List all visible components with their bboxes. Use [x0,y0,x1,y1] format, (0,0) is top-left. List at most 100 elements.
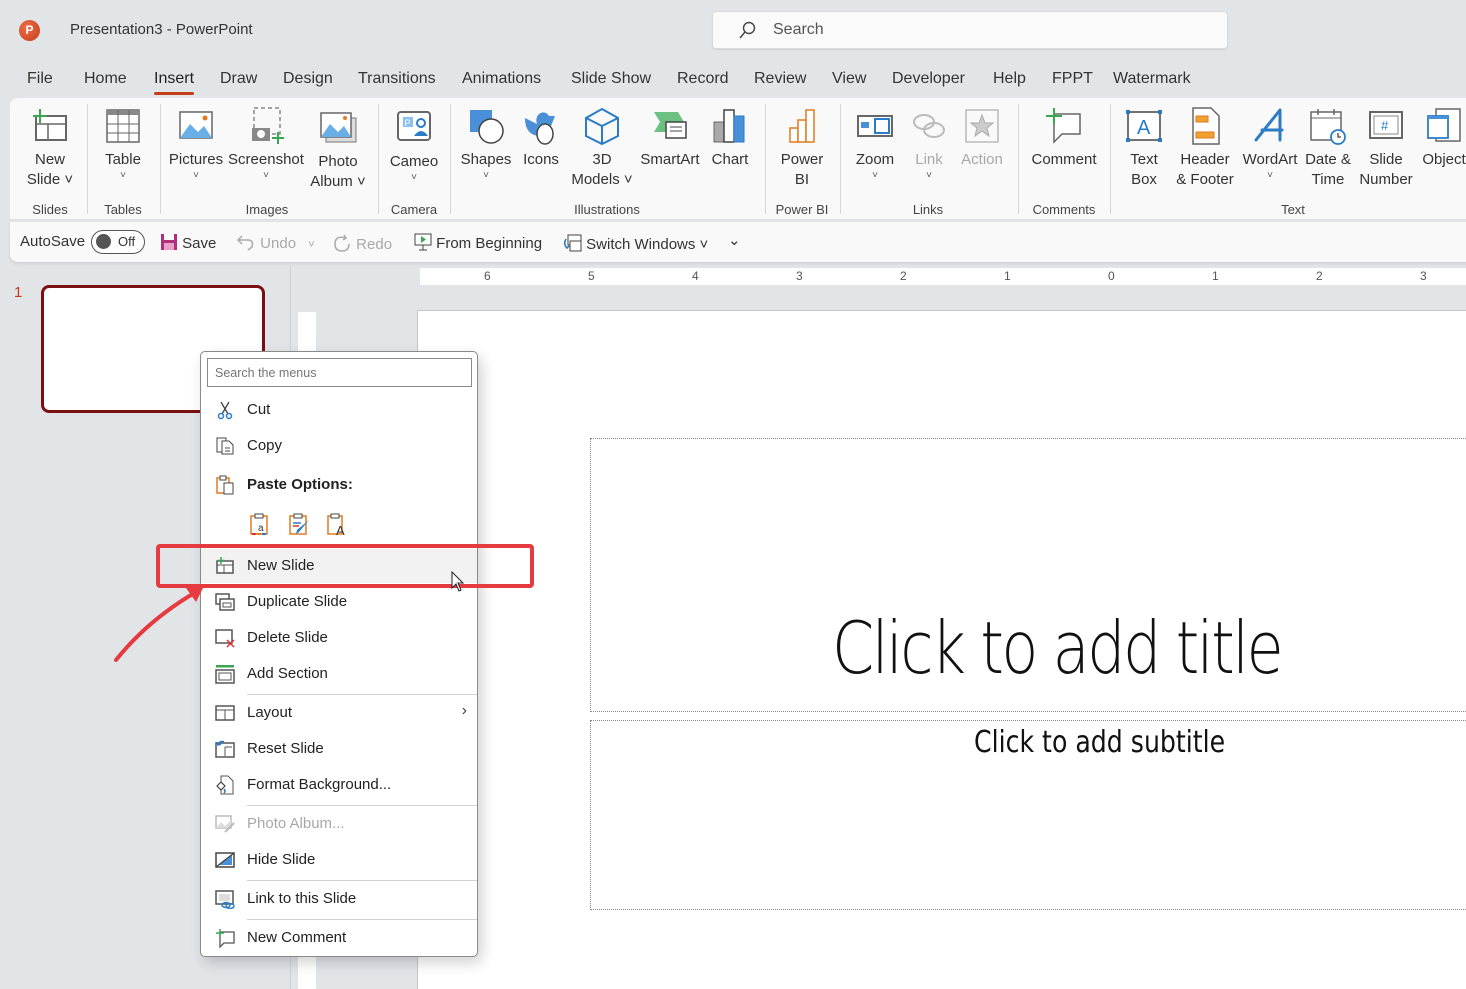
group-label-illustrations: Illustrations [574,202,640,217]
tab-slide-show[interactable]: Slide Show [571,70,651,88]
toggle-knob [96,234,111,249]
menu-item-link-to-slide[interactable]: Link to this Slide [201,882,477,916]
title-bar: P Presentation3 - PowerPoint Search [0,0,1466,60]
3d-models-button[interactable]: 3D Models ˅ [570,106,634,190]
ruler-tick-label: 5 [588,269,595,283]
screenshot-button[interactable]: Screenshot ˅ [226,106,306,182]
menu-search-input[interactable] [207,358,472,387]
text-box-icon: A [1126,110,1162,142]
wordart-label: WordArt [1242,151,1298,168]
comment-icon [1046,108,1081,144]
date-time-button[interactable]: Date & Time [1300,106,1356,190]
zoom-button[interactable]: Zoom ˅ [848,106,902,182]
window-title: Presentation3 - PowerPoint [70,21,253,38]
cameo-button[interactable]: P Cameo ˅ [386,108,442,184]
menu-item-label: Add Section [247,665,328,682]
action-button[interactable]: Action [956,106,1008,170]
tab-help[interactable]: Help [993,70,1026,88]
subtitle-placeholder-text[interactable]: Click to add subtitle [974,725,1225,760]
menu-separator [247,694,477,695]
link-icon [913,114,945,138]
text-box-button[interactable]: A Text Box [1118,106,1170,190]
customize-toolbar-icon[interactable]: ⌄ [728,231,741,249]
tab-fppt[interactable]: FPPT [1052,70,1093,88]
slide-number: 1 [14,284,23,301]
photo-album-icon [320,112,357,143]
autosave-toggle[interactable]: Off [91,230,145,254]
smartart-button[interactable]: SmartArt [638,106,702,170]
photo-album-label: Photo [318,153,358,170]
tab-review[interactable]: Review [754,70,806,88]
paste-keep-source-formatting-icon[interactable] [287,512,311,536]
new-comment-icon [216,929,235,948]
menu-item-format-background[interactable]: Format Background... [201,768,477,802]
comment-button[interactable]: Comment [1028,106,1100,170]
undo-dropdown-chevron-icon[interactable]: ˅ [308,239,314,251]
menu-item-cut[interactable]: Cut [201,393,477,427]
title-placeholder-text[interactable]: Click to add title [832,606,1284,690]
tab-record[interactable]: Record [677,70,729,88]
tab-watermark[interactable]: Watermark [1113,70,1191,88]
redo-label: Redo [356,236,393,253]
table-button[interactable]: Table ˅ [95,106,151,182]
menu-item-delete-slide[interactable]: Delete Slide [201,621,477,655]
tab-developer[interactable]: Developer [892,70,965,88]
menu-item-new-slide[interactable]: New Slide [201,549,477,583]
tab-insert[interactable]: Insert [154,70,195,95]
ruler-tick-label: 4 [692,269,699,283]
ruler-tick-label: 0 [1108,269,1115,283]
menu-item-photo-album[interactable]: Photo Album... [201,807,477,841]
group-label-comments: Comments [1032,202,1096,217]
from-beginning-button[interactable]: From Beginning [414,233,542,252]
menu-item-hide-slide[interactable]: Hide Slide [201,843,477,877]
tab-animations[interactable]: Animations [462,70,541,88]
switch-windows-icon [563,234,582,252]
table-label: Table [105,151,141,168]
object-label: Object [1422,151,1466,168]
from-beginning-label: From Beginning [436,235,543,252]
new-slide-label-2: Slide ˅ [26,171,74,188]
group-label-images: Images [245,202,289,217]
tab-draw[interactable]: Draw [220,70,257,88]
paste-use-destination-theme-icon[interactable]: a [248,512,272,536]
new-slide-button[interactable]: New Slide ˅ [22,106,78,190]
menu-item-copy[interactable]: Copy [201,429,477,463]
redo-button[interactable]: Redo [332,233,392,253]
autosave-state: Off [118,234,136,249]
group-label-power-bi: Power BI [775,202,829,217]
search-input[interactable]: Search [712,11,1228,49]
link-button[interactable]: Link ˅ [904,106,954,182]
paste-keep-text-only-icon[interactable]: A [325,512,349,536]
menu-item-layout[interactable]: Layout › [201,696,477,730]
object-button[interactable]: Object [1416,106,1466,170]
tab-home[interactable]: Home [84,70,127,88]
icons-button[interactable]: Icons [516,106,566,170]
chart-button[interactable]: Chart [706,106,754,170]
tab-transitions[interactable]: Transitions [358,70,436,88]
undo-button[interactable]: Undo ˅ [236,233,315,252]
group-label-slides: Slides [32,202,68,217]
wordart-button[interactable]: WordArt ˅ [1240,106,1300,182]
slide-number-button[interactable]: # Slide Number [1356,106,1416,190]
text-box-label: Text [1130,151,1158,168]
menu-item-duplicate-slide[interactable]: Duplicate Slide [201,585,477,619]
chevron-down-icon: ˅ [872,170,878,181]
menu-separator [247,880,477,881]
tab-view[interactable]: View [832,70,866,88]
menu-item-reset-slide[interactable]: Reset Slide [201,732,477,766]
photo-album-button[interactable]: Photo Album ˅ [310,108,366,192]
chevron-down-icon: ˅ [926,170,932,181]
new-slide-icon [216,557,234,574]
tab-file[interactable]: File [27,70,53,88]
header-footer-button[interactable]: Header & Footer [1172,106,1238,190]
save-button[interactable]: Save [160,233,216,252]
ruler-tick-label: 2 [1316,269,1323,283]
pictures-button[interactable]: Pictures ˅ [168,106,224,182]
shapes-button[interactable]: Shapes ˅ [460,106,512,182]
power-bi-button[interactable]: Power BI [774,106,830,190]
menu-item-new-comment[interactable]: New Comment [201,921,477,955]
menu-item-add-section[interactable]: Add Section [201,657,477,691]
3d-cube-icon [585,107,619,146]
switch-windows-button[interactable]: Switch Windows ˅ [562,233,708,253]
tab-design[interactable]: Design [283,70,333,88]
